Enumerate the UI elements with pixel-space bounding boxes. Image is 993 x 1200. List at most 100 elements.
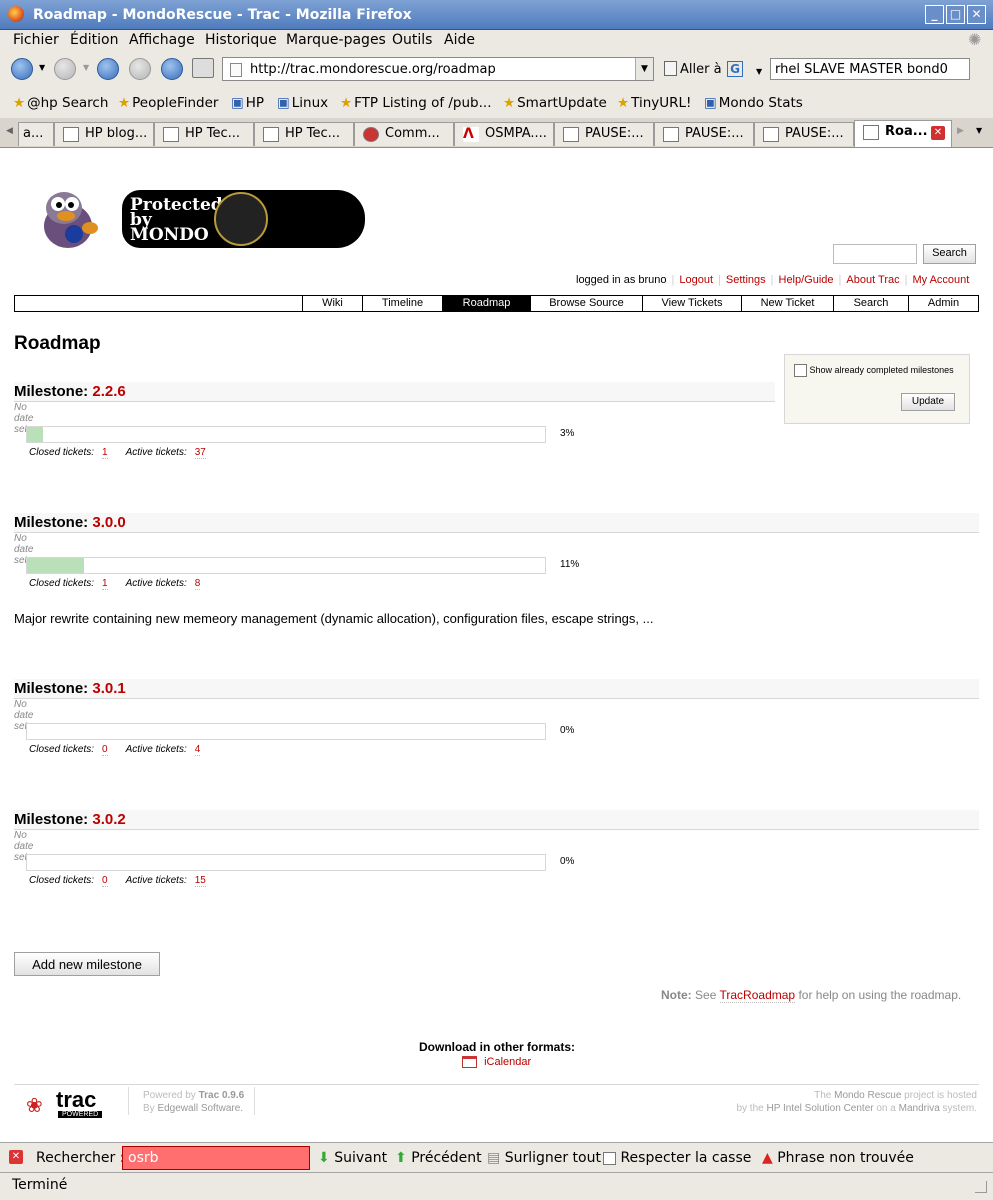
about-trac-link[interactable]: About Trac: [846, 274, 899, 286]
menu-historique[interactable]: Historique: [205, 32, 277, 48]
bookmark-peoplefinder[interactable]: ★ PeopleFinder: [118, 95, 218, 111]
nav-roadmap[interactable]: Roadmap: [442, 296, 530, 311]
trac-search-input[interactable]: [833, 244, 917, 264]
tab-comm[interactable]: Comm...: [354, 122, 454, 146]
bookmark-tinyurl[interactable]: ★ TinyURL!: [617, 95, 691, 111]
search-engine-dropdown-icon[interactable]: ▼: [756, 67, 762, 76]
close-tab-icon[interactable]: ✕: [931, 126, 945, 140]
protected-by-mondo-logo[interactable]: Protected by MONDO: [122, 190, 365, 248]
menu-aide[interactable]: Aide: [444, 32, 475, 48]
nav-timeline[interactable]: Timeline: [362, 296, 442, 311]
bookmark-linux[interactable]: ▣ Linux: [277, 95, 328, 111]
trac-version-link[interactable]: Trac 0.9.6: [199, 1090, 245, 1101]
find-next-button[interactable]: ⬇ Suivant: [318, 1150, 387, 1166]
search-input[interactable]: rhel SLAVE MASTER bond0: [770, 58, 970, 80]
add-milestone-button[interactable]: Add new milestone: [14, 952, 160, 976]
forward-button[interactable]: [54, 58, 76, 80]
tab-pause-2[interactable]: PAUSE:...: [654, 122, 754, 146]
show-completed-checkbox[interactable]: [794, 364, 807, 377]
edgewall-link[interactable]: Edgewall Software.: [157, 1103, 243, 1114]
warning-icon: ▲: [762, 1150, 773, 1166]
back-history-dropdown-icon[interactable]: ▼: [39, 63, 45, 72]
menu-affichage[interactable]: Affichage: [129, 32, 195, 48]
home-button[interactable]: [161, 58, 183, 80]
find-previous-button[interactable]: ⬆ Précédent: [395, 1150, 482, 1166]
closed-count-link[interactable]: 1: [102, 578, 108, 590]
tab-a[interactable]: a...: [18, 122, 54, 146]
logout-link[interactable]: Logout: [679, 274, 713, 286]
update-button[interactable]: Update: [901, 393, 955, 411]
tracroadmap-link[interactable]: TracRoadmap: [719, 988, 796, 1003]
mondo-rescue-link[interactable]: Mondo Rescue: [834, 1090, 901, 1101]
mandriva-link[interactable]: Mandriva: [899, 1103, 940, 1114]
bookmark-hp[interactable]: ▣ HP: [231, 95, 264, 111]
forward-history-dropdown-icon[interactable]: ▼: [83, 63, 89, 72]
tab-list-dropdown-icon[interactable]: ▼: [976, 126, 982, 135]
highlight-all-button[interactable]: ▤ Surligner tout: [487, 1150, 601, 1166]
active-count-link[interactable]: 8: [194, 578, 201, 590]
bookmark-hp-search[interactable]: ★ @hp Search: [13, 95, 108, 111]
minimize-button[interactable]: _: [925, 5, 944, 24]
nav-new-ticket[interactable]: New Ticket: [741, 296, 833, 311]
active-count-link[interactable]: 37: [194, 447, 206, 459]
tab-roadmap-active[interactable]: Roa... ✕: [854, 120, 952, 147]
bookmark-mondo-stats[interactable]: ▣ Mondo Stats: [704, 95, 803, 111]
milestone-name-link[interactable]: 2.2.6: [92, 383, 125, 400]
match-case-checkbox[interactable]: [603, 1151, 616, 1165]
back-button[interactable]: [11, 58, 33, 80]
resize-grip-icon[interactable]: [975, 1181, 987, 1193]
mondo-mascot-logo[interactable]: [34, 182, 102, 252]
bookmark-ftp-listing[interactable]: ★ FTP Listing of /pub...: [340, 95, 492, 111]
tab-label: Comm...: [385, 126, 440, 141]
reload-button[interactable]: [97, 58, 119, 80]
go-button[interactable]: Aller à: [680, 62, 722, 77]
menu-edition[interactable]: Édition: [70, 32, 118, 48]
bookmark-smartupdate[interactable]: ★ SmartUpdate: [503, 95, 607, 111]
nav-search[interactable]: Search: [833, 296, 908, 311]
stop-button[interactable]: [129, 58, 151, 80]
closed-count-link[interactable]: 0: [102, 875, 108, 887]
google-search-engine-icon[interactable]: G: [727, 61, 743, 77]
active-count-link[interactable]: 4: [194, 744, 201, 756]
tab-pause-3[interactable]: PAUSE:...: [754, 122, 854, 146]
hp-center-link[interactable]: HP Intel Solution Center: [766, 1103, 873, 1114]
help-guide-link[interactable]: Help/Guide: [779, 274, 834, 286]
bookmark-label: Mondo Stats: [718, 95, 803, 111]
bookmark-label: HP: [245, 95, 265, 111]
trac-powered-logo[interactable]: ❀ trac POWERED: [26, 1087, 110, 1118]
my-account-link[interactable]: My Account: [912, 274, 969, 286]
url-bar[interactable]: http://trac.mondorescue.org/roadmap ▼: [222, 57, 654, 81]
tab-hp-tec-1[interactable]: HP Tec...: [154, 122, 254, 146]
find-input[interactable]: osrb: [122, 1146, 310, 1170]
nav-admin[interactable]: Admin: [908, 296, 978, 311]
tab-hp-tec-2[interactable]: HP Tec...: [254, 122, 354, 146]
menu-marque-pages[interactable]: Marque-pages: [286, 32, 386, 48]
menu-outils[interactable]: Outils: [392, 32, 432, 48]
match-case-option[interactable]: Respecter la casse: [603, 1150, 751, 1166]
go-icon[interactable]: [664, 61, 677, 76]
milestone-name-link[interactable]: 3.0.2: [92, 811, 125, 828]
nav-wiki[interactable]: Wiki: [302, 296, 362, 311]
active-count-link[interactable]: 15: [194, 875, 206, 887]
closed-count-link[interactable]: 1: [102, 447, 108, 459]
scroll-tabs-left-icon[interactable]: ◀: [6, 126, 13, 136]
tab-pause-1[interactable]: PAUSE:...: [554, 122, 654, 146]
tab-hp-blog[interactable]: HP blog...: [54, 122, 154, 146]
scroll-tabs-right-icon[interactable]: ▶: [957, 126, 964, 136]
menu-fichier[interactable]: Fichier: [13, 32, 59, 48]
trac-search-button[interactable]: Search: [923, 244, 976, 264]
nav-browse-source[interactable]: Browse Source: [530, 296, 642, 311]
settings-link[interactable]: Settings: [726, 274, 766, 286]
milestone-name-link[interactable]: 3.0.1: [92, 680, 125, 697]
print-icon[interactable]: [192, 58, 214, 78]
closed-count-link[interactable]: 0: [102, 744, 108, 756]
close-findbar-icon[interactable]: ✕: [9, 1150, 23, 1164]
milestone-name-link[interactable]: 3.0.0: [92, 514, 125, 531]
nav-view-tickets[interactable]: View Tickets: [642, 296, 741, 311]
url-dropdown-icon[interactable]: ▼: [635, 58, 653, 80]
close-window-button[interactable]: ✕: [967, 5, 986, 24]
icalendar-link[interactable]: iCalendar: [462, 1056, 531, 1069]
tab-osmpa[interactable]: Λ OSMPA....: [454, 122, 554, 146]
maximize-button[interactable]: □: [946, 5, 965, 24]
hosting-text: by the: [736, 1103, 764, 1114]
